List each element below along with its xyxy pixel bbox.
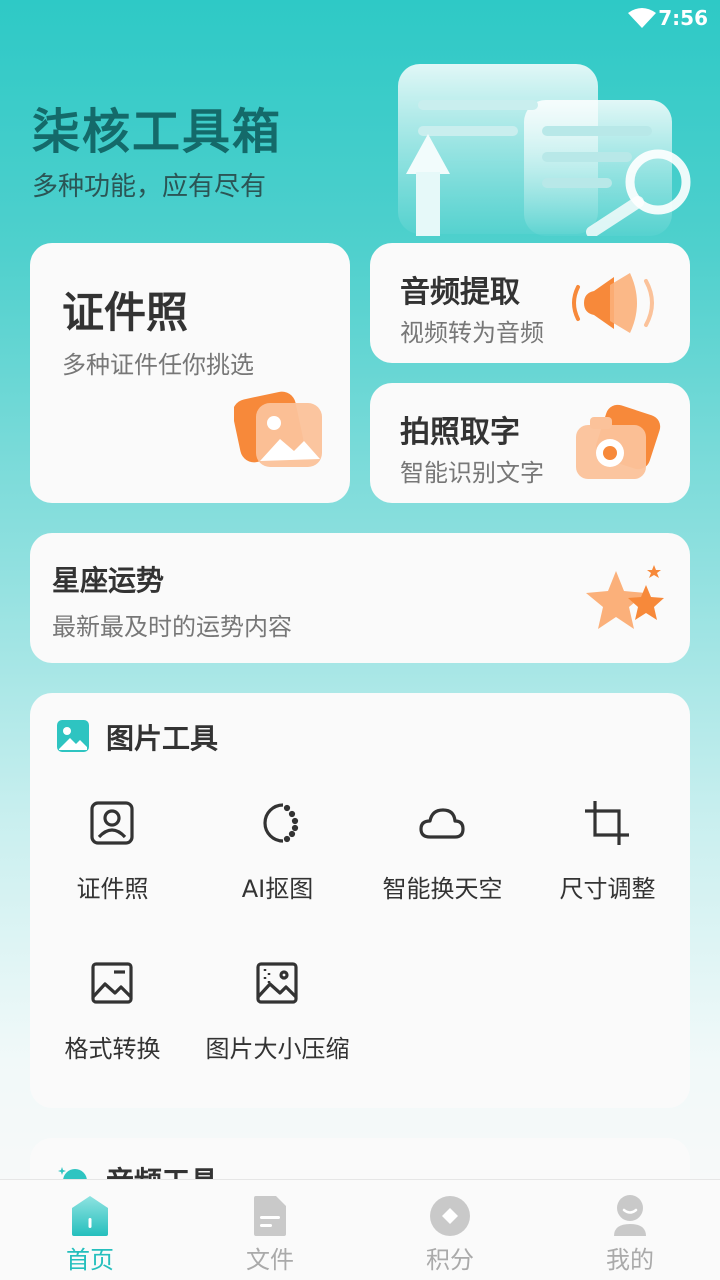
- photo-icon: [234, 391, 322, 467]
- bottom-tab-bar: 首页 文件 积分 我的: [0, 1179, 720, 1280]
- tool-resize[interactable]: 尺寸调整: [525, 799, 690, 919]
- cloud-icon: [419, 808, 465, 839]
- audio-extract-title: 音频提取: [400, 275, 520, 310]
- tool-format-convert-label: 格式转换: [64, 1035, 161, 1063]
- image-format-icon: [91, 962, 133, 1004]
- tool-format-convert[interactable]: 格式转换: [30, 959, 195, 1079]
- id-photo-card[interactable]: 证件照 多种证件任你挑选: [30, 243, 350, 503]
- home-icon: [72, 1196, 108, 1236]
- crop-icon: [585, 801, 629, 845]
- tool-ai-cutout-label: AI抠图: [241, 875, 314, 903]
- tab-files-label: 文件: [246, 1246, 294, 1274]
- audio-extract-card[interactable]: 音频提取 视频转为音频: [370, 243, 690, 363]
- image-compress-icon: [256, 962, 298, 1004]
- photo-ocr-subtitle: 智能识别文字: [400, 459, 544, 487]
- tab-profile[interactable]: 我的: [540, 1180, 720, 1280]
- image-tools-icon: [57, 720, 89, 752]
- photo-ocr-card[interactable]: 拍照取字 智能识别文字: [370, 383, 690, 503]
- status-time: 7:56: [658, 6, 708, 30]
- tab-home[interactable]: 首页: [0, 1180, 180, 1280]
- id-photo-title: 证件照: [62, 288, 189, 337]
- tool-compress[interactable]: 图片大小压缩: [195, 959, 360, 1079]
- file-icon: [254, 1196, 286, 1236]
- tool-ai-cutout[interactable]: AI抠图: [195, 799, 360, 919]
- audio-extract-subtitle: 视频转为音频: [400, 319, 544, 347]
- status-bar: 7:56: [0, 0, 720, 38]
- speaker-icon: [572, 273, 654, 333]
- tab-profile-label: 我的: [606, 1246, 654, 1274]
- stars-icon: [586, 565, 664, 629]
- tool-resize-label: 尺寸调整: [559, 875, 656, 903]
- points-icon: [430, 1196, 470, 1236]
- tool-sky-replace[interactable]: 智能换天空: [360, 799, 525, 919]
- horoscope-title: 星座运势: [52, 564, 165, 597]
- tool-compress-label: 图片大小压缩: [205, 1035, 350, 1063]
- tab-files[interactable]: 文件: [180, 1180, 360, 1280]
- tool-sky-replace-label: 智能换天空: [382, 875, 503, 903]
- photo-ocr-title: 拍照取字: [400, 415, 520, 450]
- camera-icon: [576, 404, 661, 479]
- tab-points[interactable]: 积分: [360, 1180, 540, 1280]
- tool-id-photo[interactable]: 证件照: [30, 799, 195, 919]
- cutout-circle-icon: [263, 803, 299, 843]
- tool-id-photo-label: 证件照: [76, 875, 149, 903]
- tab-home-label: 首页: [66, 1246, 114, 1274]
- id-portrait-icon: [90, 801, 134, 845]
- image-tools-title: 图片工具: [106, 722, 219, 755]
- image-tools-panel: 图片工具 证件照 AI抠图 智能换天空 尺寸调整 格式转换 图片大小压缩: [30, 693, 690, 1108]
- app-subtitle: 多种功能，应有尽有: [32, 172, 267, 202]
- id-photo-subtitle: 多种证件任你挑选: [62, 351, 254, 379]
- tab-points-label: 积分: [426, 1246, 474, 1274]
- horoscope-card[interactable]: 星座运势 最新最及时的运势内容: [30, 533, 690, 663]
- profile-icon: [614, 1195, 646, 1236]
- horoscope-subtitle: 最新最及时的运势内容: [52, 613, 292, 641]
- documents-search-illustration: [398, 64, 691, 236]
- wifi-icon: [628, 8, 656, 28]
- app-title: 柒核工具箱: [32, 104, 283, 160]
